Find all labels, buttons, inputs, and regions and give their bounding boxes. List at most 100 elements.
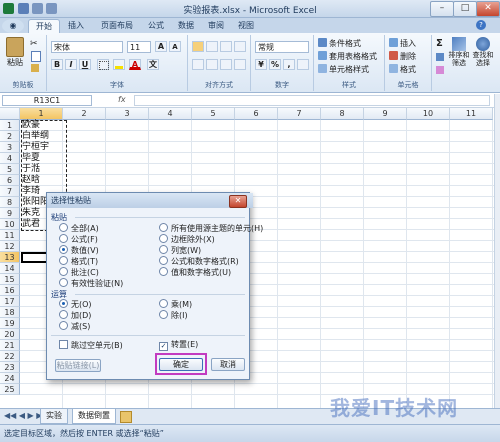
comma-button[interactable]: , [283,59,295,70]
align-center-button[interactable] [206,59,218,70]
border-button[interactable] [97,59,109,70]
column-header[interactable]: 4 [149,108,192,120]
column-header[interactable]: 10 [407,108,450,120]
row-header[interactable]: 9 [0,208,20,219]
paste-option-radio[interactable]: 数值(V) [59,245,99,256]
phonetic-button[interactable]: 文 [147,59,159,70]
copy-icon[interactable] [31,51,41,62]
close-button[interactable]: ✕ [476,1,500,17]
insert-cells-button[interactable]: 插入 [389,38,416,50]
cut-icon[interactable]: ✂ [30,39,38,49]
row-header[interactable]: 23 [0,362,20,373]
minimize-button[interactable]: – [430,1,454,17]
merge-button[interactable] [234,59,246,70]
align-right-button[interactable] [220,59,232,70]
format-painter-icon[interactable] [31,64,39,72]
grow-font-button[interactable]: A [155,41,167,52]
row-header[interactable]: 7 [0,186,20,197]
column-header[interactable]: 8 [321,108,364,120]
operation-option-radio[interactable]: 加(D) [59,310,91,321]
column-header[interactable]: 1 [20,108,63,120]
row-header[interactable]: 12 [0,241,20,252]
vertical-scrollbar[interactable] [494,94,500,408]
tab-formulas[interactable]: 公式 [142,19,170,33]
row-header[interactable]: 3 [0,142,20,153]
row-header[interactable]: 6 [0,175,20,186]
fill-color-button[interactable] [113,59,125,70]
row-header[interactable]: 5 [0,164,20,175]
paste-button[interactable]: 粘贴 [4,37,26,71]
cancel-button[interactable]: 取消 [211,358,245,371]
column-header[interactable]: 7 [278,108,321,120]
italic-button[interactable]: I [65,59,77,70]
transpose-checkbox[interactable]: ✓ 转置(E) [159,340,198,351]
align-left-button[interactable] [192,59,204,70]
skip-blanks-checkbox[interactable]: 跳过空单元(B) [59,340,123,351]
font-size-select[interactable]: 11 [127,41,151,53]
operation-option-radio[interactable]: 减(S) [59,321,90,332]
column-header[interactable]: 2 [63,108,106,120]
tab-view[interactable]: 视图 [232,19,260,33]
operation-option-radio[interactable]: 除(I) [159,310,188,321]
row-header[interactable]: 4 [0,153,20,164]
align-top-button[interactable] [192,41,204,52]
find-select-button[interactable]: 查找和 选择 [472,37,494,67]
font-name-select[interactable]: 宋体 [51,41,123,53]
office-button[interactable]: ◉ [2,19,24,33]
underline-button[interactable]: U [79,59,91,70]
column-header[interactable]: 5 [192,108,235,120]
paste-option-radio[interactable]: 公式(F) [59,234,98,245]
number-format-select[interactable]: 常规 [255,41,309,53]
delete-cells-button[interactable]: 删除 [389,51,416,63]
paste-option-radio[interactable]: 列宽(W) [159,245,201,256]
tab-page-layout[interactable]: 页面布局 [94,19,140,33]
paste-option-radio[interactable]: 值和数字格式(U) [159,267,231,278]
tab-data[interactable]: 数据 [172,19,200,33]
row-header[interactable]: 22 [0,351,20,362]
row-header[interactable]: 15 [0,274,20,285]
row-header[interactable]: 8 [0,197,20,208]
orientation-button[interactable] [234,41,246,52]
column-header[interactable]: 9 [364,108,407,120]
autosum-button[interactable]: Σ [436,38,443,50]
maximize-button[interactable]: □ [453,1,477,17]
align-middle-button[interactable] [206,41,218,52]
bold-button[interactable]: B [51,59,63,70]
tab-insert[interactable]: 插入 [62,19,90,33]
row-header[interactable]: 18 [0,307,20,318]
currency-button[interactable]: ¥ [255,59,267,70]
operation-option-radio[interactable]: 无(O) [59,299,92,310]
tab-home[interactable]: 开始 [28,19,60,34]
row-header[interactable]: 14 [0,263,20,274]
column-header[interactable]: 11 [450,108,493,120]
align-bottom-button[interactable] [220,41,232,52]
conditional-format-button[interactable]: 条件格式 [318,38,361,50]
sheet-tab-data-transpose[interactable]: 数据倒置 [72,409,116,424]
row-header[interactable]: 13 [0,252,20,263]
percent-button[interactable]: % [269,59,281,70]
fill-icon[interactable] [436,53,444,61]
ok-button[interactable]: 确定 [159,358,203,371]
clear-icon[interactable] [436,66,444,74]
sheet-tab-experiment[interactable]: 实验 [40,409,68,424]
paste-option-radio[interactable]: 有效性验证(N) [59,278,123,289]
select-all-corner[interactable] [0,108,20,120]
formula-input[interactable] [134,95,490,106]
row-header[interactable]: 17 [0,296,20,307]
row-header[interactable]: 24 [0,373,20,384]
row-header[interactable]: 16 [0,285,20,296]
row-header[interactable]: 2 [0,131,20,142]
row-header[interactable]: 25 [0,384,20,395]
paste-link-button[interactable]: 粘贴链接(L) [55,359,101,372]
row-header[interactable]: 20 [0,329,20,340]
paste-option-radio[interactable]: 所有使用源主题的单元(H) [159,223,263,234]
column-header[interactable]: 3 [106,108,149,120]
row-header[interactable]: 1 [0,120,20,131]
new-sheet-icon[interactable] [120,411,132,423]
sort-filter-button[interactable]: 排序和 筛选 [448,37,470,67]
decimal-button[interactable] [297,59,309,70]
row-header[interactable]: 21 [0,340,20,351]
font-color-button[interactable]: A [129,59,141,70]
format-cells-button[interactable]: 格式 [389,64,416,76]
paste-option-radio[interactable]: 公式和数字格式(R) [159,256,239,267]
